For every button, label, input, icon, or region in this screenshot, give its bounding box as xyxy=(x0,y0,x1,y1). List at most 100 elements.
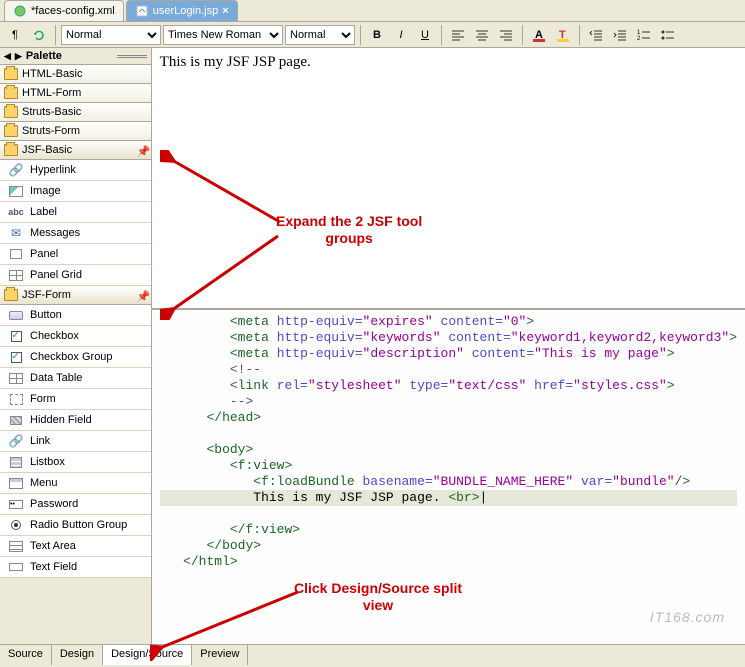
group-label: Struts-Form xyxy=(22,125,80,137)
formatting-toolbar: ¶ Normal Times New Roman Normal B I U A … xyxy=(0,22,745,48)
palette-item-hidden-field[interactable]: Hidden Field xyxy=(0,410,151,431)
group-label: HTML-Form xyxy=(22,87,81,99)
palette-item-image[interactable]: Image xyxy=(0,181,151,202)
palette-item-password[interactable]: •• Password xyxy=(0,494,151,515)
view-tab-design[interactable]: Design xyxy=(52,645,103,665)
component-icon xyxy=(8,518,24,532)
component-icon xyxy=(8,329,24,343)
file-tab-label: userLogin.jsp xyxy=(153,5,218,17)
component-icon xyxy=(8,268,24,282)
item-label: Form xyxy=(30,393,56,405)
component-icon xyxy=(8,371,24,385)
group-label: JSF-Form xyxy=(22,289,71,301)
item-label: Password xyxy=(30,498,78,510)
palette-item-panel-grid[interactable]: Panel Grid xyxy=(0,265,151,286)
palette-item-panel[interactable]: Panel xyxy=(0,244,151,265)
source-pane[interactable]: <meta http-equiv="expires" content="0"> … xyxy=(152,310,745,644)
palette-item-hyperlink[interactable]: 🔗 Hyperlink xyxy=(0,160,151,181)
palette-item-form[interactable]: Form xyxy=(0,389,151,410)
align-right-button[interactable] xyxy=(495,24,517,46)
file-tab-faces-config[interactable]: *faces-config.xml xyxy=(4,0,124,21)
palette-item-data-table[interactable]: Data Table xyxy=(0,368,151,389)
palette-item-listbox[interactable]: Listbox xyxy=(0,452,151,473)
group-label: HTML-Basic xyxy=(22,68,83,80)
palette-panel: ◀ ▶ Palette HTML-Basic HTML-Form Struts-… xyxy=(0,48,152,644)
svg-text:2: 2 xyxy=(637,36,641,41)
folder-open-icon xyxy=(4,144,18,156)
item-label: Data Table xyxy=(30,372,82,384)
item-label: Image xyxy=(30,185,61,197)
palette-group-struts-form[interactable]: Struts-Form xyxy=(0,122,151,141)
expand-arrow-icon[interactable]: ▶ xyxy=(15,51,22,62)
item-label: Text Field xyxy=(30,561,77,573)
align-center-button[interactable] xyxy=(471,24,493,46)
component-icon: 🔗 xyxy=(8,163,24,177)
italic-button[interactable]: I xyxy=(390,24,412,46)
palette-group-html-form[interactable]: HTML-Form xyxy=(0,84,151,103)
font-size-select[interactable]: Normal xyxy=(285,25,355,45)
palette-item-menu[interactable]: Menu xyxy=(0,473,151,494)
palette-item-checkbox-group[interactable]: Checkbox Group xyxy=(0,347,151,368)
palette-item-messages[interactable]: ✉Messages xyxy=(0,223,151,244)
group-label: Struts-Basic xyxy=(22,106,81,118)
component-icon xyxy=(8,392,24,406)
design-body-text: This is my JSF JSP page. xyxy=(160,54,311,70)
component-icon xyxy=(8,413,24,427)
component-icon xyxy=(8,560,24,574)
paragraph-style-select[interactable]: Normal xyxy=(61,25,161,45)
pin-icon[interactable]: 📌 xyxy=(137,290,147,300)
palette-item-button[interactable]: Button xyxy=(0,305,151,326)
folder-icon xyxy=(4,68,18,80)
view-tab-design-source[interactable]: Design/Source xyxy=(103,645,192,665)
component-icon: •• xyxy=(8,497,24,511)
watermark: IT168.com xyxy=(650,609,725,625)
unordered-list-button[interactable] xyxy=(657,24,679,46)
file-tab-label: *faces-config.xml xyxy=(31,5,115,17)
component-icon xyxy=(8,455,24,469)
xml-file-icon xyxy=(13,4,27,18)
palette-group-html-basic[interactable]: HTML-Basic xyxy=(0,65,151,84)
view-tab-source[interactable]: Source xyxy=(0,645,52,665)
item-label: Link xyxy=(30,435,50,447)
palette-group-jsf-basic[interactable]: JSF-Basic 📌 xyxy=(0,141,151,160)
folder-icon xyxy=(4,87,18,99)
component-icon xyxy=(8,184,24,198)
refresh-button[interactable] xyxy=(28,24,50,46)
file-tab-userlogin[interactable]: userLogin.jsp × xyxy=(126,0,238,21)
palette-group-jsf-form[interactable]: JSF-Form 📌 xyxy=(0,286,151,305)
item-label: Text Area xyxy=(30,540,76,552)
palette-item-text-area[interactable]: Text Area xyxy=(0,536,151,557)
outdent-button[interactable] xyxy=(585,24,607,46)
palette-item-text-field[interactable]: Text Field xyxy=(0,557,151,578)
indent-button[interactable] xyxy=(609,24,631,46)
item-label: Listbox xyxy=(30,456,65,468)
folder-open-icon xyxy=(4,289,18,301)
bold-button[interactable]: B xyxy=(366,24,388,46)
pilcrow-button[interactable]: ¶ xyxy=(4,24,26,46)
component-icon: abc xyxy=(8,205,24,219)
component-icon: 🔗 xyxy=(8,434,24,448)
collapse-arrow-icon[interactable]: ◀ xyxy=(4,51,11,62)
ordered-list-button[interactable]: 12 xyxy=(633,24,655,46)
palette-title: Palette xyxy=(26,50,62,62)
highlight-color-button[interactable]: T xyxy=(552,24,574,46)
component-icon xyxy=(8,539,24,553)
underline-button[interactable]: U xyxy=(414,24,436,46)
palette-group-struts-basic[interactable]: Struts-Basic xyxy=(0,103,151,122)
align-left-button[interactable] xyxy=(447,24,469,46)
item-label: Hyperlink xyxy=(30,164,76,176)
view-tab-preview[interactable]: Preview xyxy=(192,645,248,665)
palette-item-checkbox[interactable]: Checkbox xyxy=(0,326,151,347)
design-pane[interactable]: This is my JSF JSP page. xyxy=(152,48,745,310)
item-label: Hidden Field xyxy=(30,414,92,426)
palette-item-link[interactable]: 🔗 Link xyxy=(0,431,151,452)
font-color-button[interactable]: A xyxy=(528,24,550,46)
palette-item-radio-button-group[interactable]: Radio Button Group xyxy=(0,515,151,536)
font-family-select[interactable]: Times New Roman xyxy=(163,25,283,45)
palette-item-label[interactable]: abcLabel xyxy=(0,202,151,223)
component-icon: ✉ xyxy=(8,226,24,240)
group-label: JSF-Basic xyxy=(22,144,72,156)
palette-header: ◀ ▶ Palette xyxy=(0,48,151,65)
pin-icon[interactable]: 📌 xyxy=(137,145,147,155)
close-icon[interactable]: × xyxy=(222,5,228,17)
